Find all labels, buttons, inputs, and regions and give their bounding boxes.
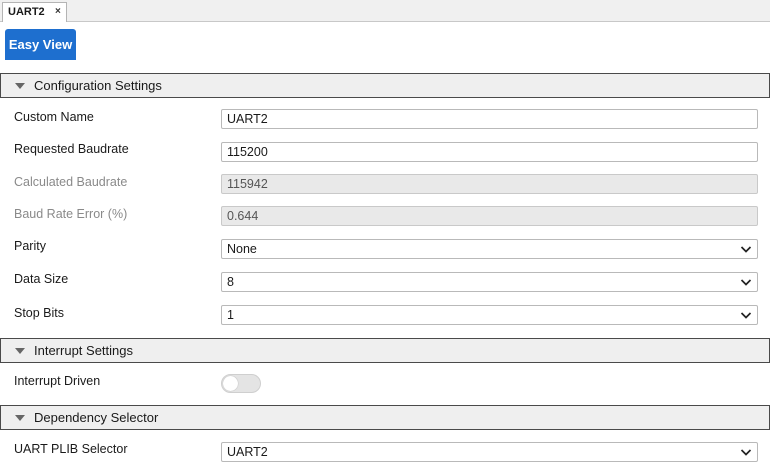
stop-bits-label: Stop Bits: [14, 306, 65, 320]
section-title: Configuration Settings: [34, 78, 162, 93]
chevron-down-icon: [740, 449, 752, 456]
collapse-triangle-icon[interactable]: [15, 83, 25, 89]
section-configuration-settings[interactable]: Configuration Settings: [0, 73, 770, 98]
tab-easy-view[interactable]: Easy View: [5, 29, 76, 60]
parity-label: Parity: [14, 239, 46, 253]
custom-name-label: Custom Name: [14, 110, 94, 124]
section-dependency-selector[interactable]: Dependency Selector: [0, 405, 770, 430]
uart-plib-selector-value: UART2: [227, 445, 268, 459]
document-tab-label: UART2: [8, 6, 45, 18]
stop-bits-value: 1: [227, 308, 234, 322]
collapse-triangle-icon[interactable]: [15, 348, 25, 354]
section-title: Dependency Selector: [34, 410, 159, 425]
parity-select[interactable]: None: [221, 239, 758, 259]
chevron-down-icon: [740, 246, 752, 253]
baud-rate-error-label: Baud Rate Error (%): [14, 207, 128, 221]
chevron-down-icon: [740, 279, 752, 286]
collapse-triangle-icon[interactable]: [15, 415, 25, 421]
chevron-down-icon: [740, 312, 752, 319]
requested-baudrate-input[interactable]: [221, 142, 758, 162]
data-size-select[interactable]: 8: [221, 272, 758, 292]
document-tab-strip: UART2 ×: [0, 0, 770, 22]
uart-plib-selector-select[interactable]: UART2: [221, 442, 758, 462]
custom-name-input[interactable]: [221, 109, 758, 129]
stop-bits-select[interactable]: 1: [221, 305, 758, 325]
data-size-label: Data Size: [14, 272, 69, 286]
document-tab-uart2[interactable]: UART2 ×: [2, 2, 67, 22]
section-interrupt-settings[interactable]: Interrupt Settings: [0, 338, 770, 363]
interrupt-driven-toggle[interactable]: [221, 374, 261, 393]
interrupt-driven-label: Interrupt Driven: [14, 374, 101, 388]
parity-value: None: [227, 242, 257, 256]
uart-plib-selector-label: UART PLIB Selector: [14, 442, 128, 456]
toggle-knob: [223, 376, 238, 391]
view-tab-bar: Easy View: [0, 22, 770, 60]
baud-rate-error-field: [221, 206, 758, 226]
close-icon[interactable]: ×: [55, 3, 61, 21]
requested-baudrate-label: Requested Baudrate: [14, 142, 129, 156]
data-size-value: 8: [227, 275, 234, 289]
section-title: Interrupt Settings: [34, 343, 133, 358]
calculated-baudrate-label: Calculated Baudrate: [14, 175, 128, 189]
calculated-baudrate-field: [221, 174, 758, 194]
